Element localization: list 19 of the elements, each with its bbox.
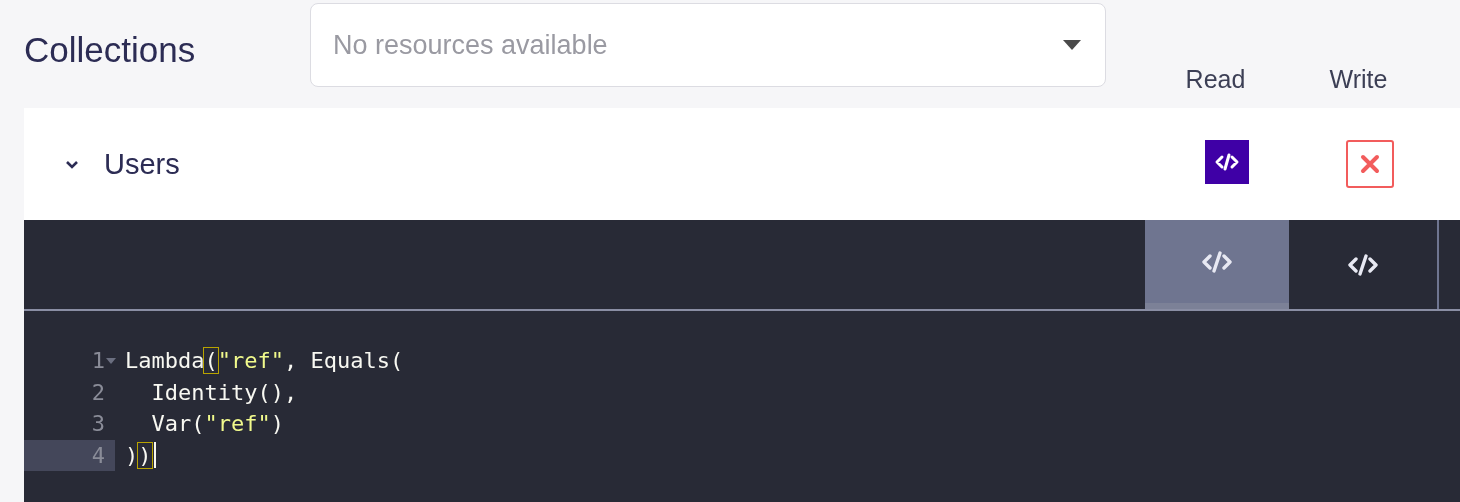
code-icon[interactable] [1204,140,1249,184]
line-number: 2 [90,378,106,407]
line-number: 4 [24,439,115,471]
resource-dropdown[interactable]: No resources available [310,3,1106,87]
line-number: 1 [24,345,115,377]
code-line: )) [115,442,156,469]
column-header: Read [1184,65,1247,94]
chevron-icon[interactable] [65,159,79,169]
dropdown-placeholder: No resources available [333,29,608,61]
code-line: Var("ref") [150,411,284,437]
code-line: Identity(), [150,379,298,405]
caret-icon [1063,40,1081,50]
column-header: Write [1328,65,1389,94]
collection-name: Users [104,147,181,181]
fold-icon[interactable] [106,357,116,364]
code-line: Lambda("ref", Equals( [124,348,404,374]
close-icon[interactable] [1345,140,1394,188]
line-number: 3 [90,410,106,439]
page-title: Collections [24,30,197,71]
